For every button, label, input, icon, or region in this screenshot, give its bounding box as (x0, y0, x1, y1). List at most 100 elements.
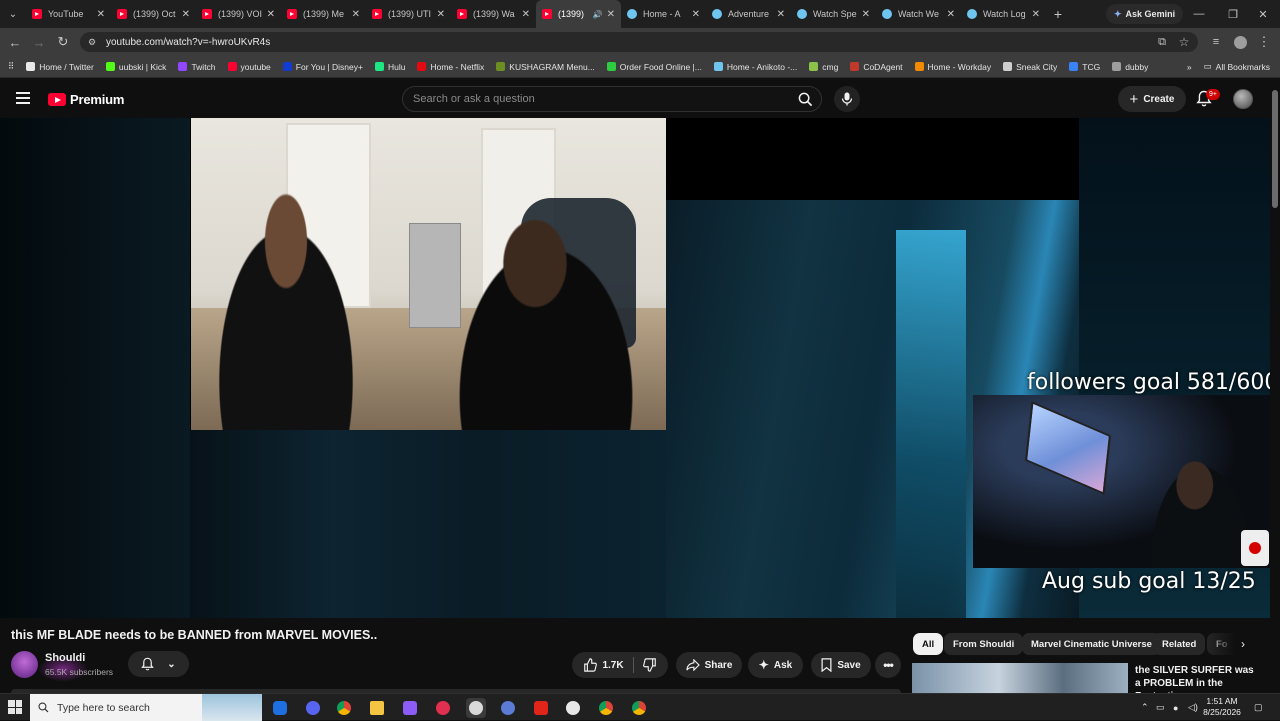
minimize-button[interactable]: — (1182, 0, 1216, 28)
bookmark-item[interactable]: Hulu (369, 62, 411, 72)
search-input[interactable]: Search or ask a question (402, 86, 822, 112)
recommendation-thumbnail[interactable] (912, 663, 1128, 693)
ask-gemini-button[interactable]: ✦ Ask Gemini (1106, 4, 1184, 24)
close-tab-icon[interactable]: ✕ (777, 9, 785, 20)
forward-button[interactable]: → (29, 32, 49, 52)
youtube-logo[interactable]: Premium (48, 92, 124, 107)
bookmarks-overflow-button[interactable]: » (1181, 62, 1198, 72)
media-player-icon[interactable] (433, 698, 453, 718)
tray-overflow-icon[interactable]: ⌃ (1141, 694, 1149, 721)
bookmark-item[interactable]: Home - Netflix (411, 62, 490, 72)
browser-tab[interactable]: (1399) Me ✕ (281, 0, 366, 28)
close-tab-icon[interactable]: ✕ (607, 9, 615, 20)
account-avatar[interactable] (1233, 89, 1253, 109)
voice-search-button[interactable] (834, 86, 860, 112)
browser-tab[interactable]: (1399) Oct ✕ (111, 0, 196, 28)
bookmark-item[interactable]: CoDAgent (844, 62, 908, 72)
controller-icon[interactable] (400, 698, 420, 718)
bookmark-item[interactable]: KUSHAGRAM Menu... (490, 62, 601, 72)
app-icon[interactable] (498, 698, 518, 718)
notification-center-icon[interactable]: ▢ (1254, 694, 1263, 721)
browser-tab[interactable]: Watch Log ✕ (961, 0, 1046, 28)
address-bar[interactable]: ⚙ youtube.com/watch?v=-hwroUKvR4s (80, 32, 1198, 52)
close-tab-icon[interactable]: ✕ (947, 9, 955, 20)
browser-tab[interactable]: (1399) 🔊 ✕ (536, 0, 621, 28)
tab-search-button[interactable]: ⌄ (0, 0, 26, 28)
close-tab-icon[interactable]: ✕ (267, 9, 275, 20)
browser-tab[interactable]: YouTube ✕ (26, 0, 111, 28)
subscribed-notifications-button[interactable]: ⌄ (128, 651, 189, 677)
chevron-right-icon[interactable]: › (1234, 635, 1252, 653)
speaker-icon[interactable]: 🔊 (593, 10, 603, 19)
close-tab-icon[interactable]: ✕ (1032, 9, 1040, 20)
bookmark-item[interactable]: For You | Disney+ (277, 62, 369, 72)
guide-menu-icon[interactable] (16, 92, 30, 104)
clock-app-icon[interactable] (563, 698, 583, 718)
chrome-icon[interactable] (334, 698, 354, 718)
scrollbar-thumb[interactable] (1272, 90, 1278, 208)
channel-avatar[interactable] (11, 651, 38, 678)
browser-tab[interactable]: Home - A ✕ (621, 0, 706, 28)
network-icon[interactable]: ▭ (1156, 694, 1165, 721)
ask-button[interactable]: ✦ Ask (748, 652, 803, 678)
browser-tab[interactable]: (1399) UTI ✕ (366, 0, 451, 28)
apps-grid-icon[interactable]: ⠿ (0, 61, 20, 72)
taskbar-search-input[interactable]: Type here to search (30, 694, 262, 721)
profile-button[interactable] (1230, 32, 1250, 52)
browser-tab[interactable]: (1399) Wa ✕ (451, 0, 536, 28)
filter-chip[interactable]: Related (1153, 633, 1206, 655)
back-button[interactable]: ← (5, 32, 25, 52)
restore-button[interactable]: ❐ (1216, 0, 1250, 28)
close-tab-icon[interactable]: ✕ (97, 9, 105, 20)
filter-chip[interactable]: From Shouldi (944, 633, 1024, 655)
copilot-icon[interactable] (270, 698, 290, 718)
all-bookmarks-button[interactable]: ▭ All Bookmarks (1198, 61, 1280, 72)
close-tab-icon[interactable]: ✕ (182, 9, 190, 20)
share-button[interactable]: Share (676, 652, 742, 678)
bookmark-item[interactable]: youtube (222, 62, 277, 72)
bookmark-item[interactable]: dubby (1106, 62, 1154, 72)
like-button[interactable]: 1.7K (583, 658, 624, 672)
chrome-profile-2-icon[interactable] (629, 698, 649, 718)
taskbar-clock[interactable]: 1:51 AM 8/25/2026 (1196, 696, 1248, 718)
bookmark-item[interactable]: Sneak City (997, 62, 1063, 72)
file-explorer-icon[interactable] (367, 698, 387, 718)
close-window-button[interactable]: ✕ (1246, 0, 1280, 28)
chrome-menu-button[interactable]: ⋮ (1254, 32, 1274, 52)
bookmark-item[interactable]: TCG (1063, 62, 1106, 72)
browser-tab[interactable]: Watch Spe ✕ (791, 0, 876, 28)
create-button[interactable]: + Create (1118, 86, 1186, 112)
site-info-icon[interactable]: ⚙ (88, 37, 98, 47)
browser-tab[interactable]: Adventure ✕ (706, 0, 791, 28)
windows-start-icon[interactable] (8, 700, 22, 714)
filter-chip[interactable]: Marvel Cinematic Universe (1022, 633, 1161, 655)
bookmark-item[interactable]: Home / Twitter (20, 62, 100, 72)
adobe-icon[interactable] (531, 698, 551, 718)
bookmark-item[interactable]: Order Food Online |... (601, 62, 708, 72)
channel-name[interactable]: Shouldi (45, 652, 85, 664)
bookmark-item[interactable]: Home - Anikoto -... (708, 62, 803, 72)
bookmark-item[interactable]: cmg (803, 62, 844, 72)
video-player[interactable]: followers goal 581/600 Aug sub goal 13/2… (0, 118, 1270, 618)
browser-tab[interactable]: (1399) VOI ✕ (196, 0, 281, 28)
search-button[interactable] (790, 86, 820, 112)
discord-icon[interactable] (303, 698, 323, 718)
close-tab-icon[interactable]: ✕ (522, 9, 530, 20)
mic-tray-icon[interactable]: ● (1173, 694, 1178, 721)
chrome-profile-icon[interactable] (596, 698, 616, 718)
bookmark-item[interactable]: uubski | Kick (100, 62, 173, 72)
obs-icon[interactable] (466, 698, 486, 718)
install-app-icon[interactable]: ⧉ (1152, 32, 1172, 52)
filter-chip[interactable]: All (913, 633, 944, 655)
browser-tab[interactable]: Watch We ✕ (876, 0, 961, 28)
reload-button[interactable]: ↻ (53, 32, 73, 52)
bookmark-item[interactable]: Twitch (172, 62, 221, 72)
new-tab-button[interactable]: + (1046, 6, 1070, 22)
media-controls-icon[interactable]: ≡ (1206, 32, 1226, 52)
close-tab-icon[interactable]: ✕ (352, 9, 360, 20)
close-tab-icon[interactable]: ✕ (862, 9, 870, 20)
bookmark-item[interactable]: Home - Workday (909, 62, 998, 72)
dislike-button[interactable] (642, 658, 657, 672)
bookmark-star-icon[interactable]: ☆ (1174, 32, 1194, 52)
more-actions-button[interactable]: ••• (875, 652, 901, 678)
